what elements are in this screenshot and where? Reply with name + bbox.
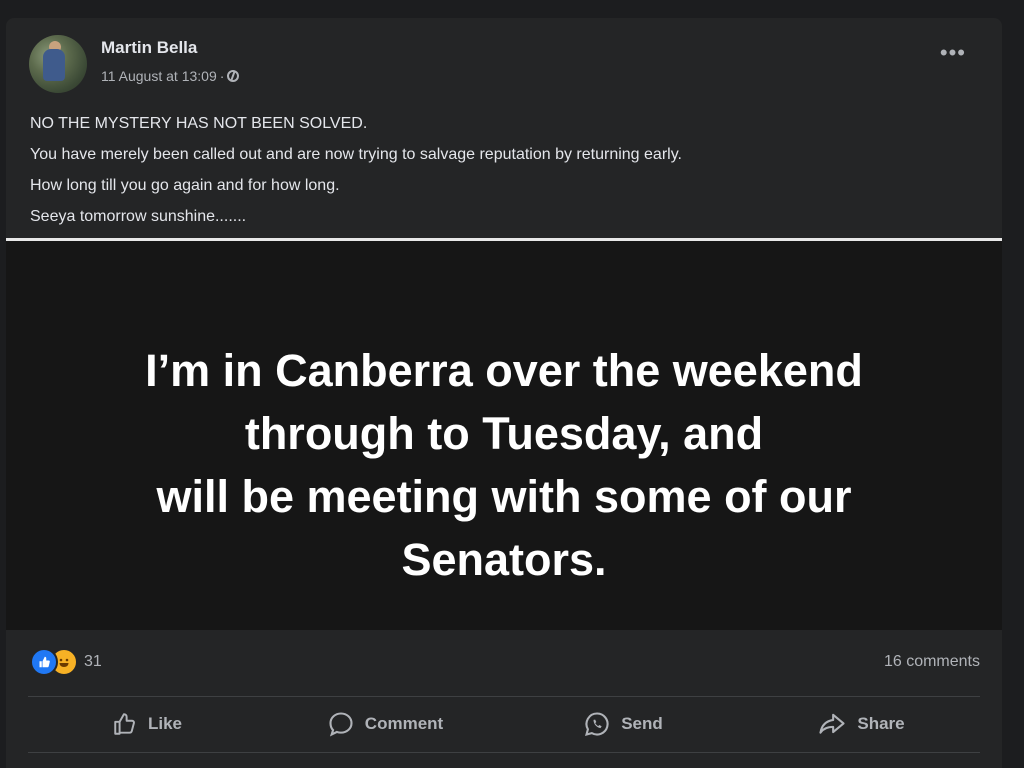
image-quote-line: I’m in Canberra over the weekend [145, 345, 863, 396]
post-header: Martin Bella 11 August at 13:09 · ••• [6, 18, 1002, 93]
divider [28, 696, 980, 697]
action-bar: Like Comment Send Share [28, 702, 980, 746]
facebook-post: Martin Bella 11 August at 13:09 · ••• NO… [6, 18, 1002, 768]
share-label: Share [857, 714, 905, 733]
like-label: Like [147, 714, 183, 733]
comment-button[interactable]: Comment [266, 702, 504, 746]
more-icon[interactable]: ••• [940, 42, 966, 64]
whatsapp-send-icon [585, 712, 609, 736]
send-button[interactable]: Send [504, 702, 742, 746]
caption-line: How long till you go again and for how l… [30, 177, 340, 194]
avatar-figure [43, 49, 65, 81]
meta-separator: · [219, 68, 225, 84]
post-caption: NO THE MYSTERY HAS NOT BEEN SOLVED. You … [30, 108, 980, 232]
comment-bubble-icon [329, 712, 353, 737]
author-name[interactable]: Martin Bella [101, 38, 197, 58]
avatar[interactable] [29, 35, 87, 93]
share-button[interactable]: Share [742, 702, 980, 746]
post-image[interactable]: I’m in Canberra over the weekend through… [6, 238, 1002, 630]
post-stats: 31 16 comments [6, 644, 1002, 684]
like-button[interactable]: Like [28, 702, 266, 746]
divider [28, 752, 980, 753]
image-quote-line: Senators. [401, 534, 607, 585]
caption-line: You have merely been called out and are … [30, 146, 682, 163]
like-reaction-icon [30, 648, 58, 676]
image-quote-line: through to Tuesday, and [244, 408, 764, 459]
caption-line: Seeya tomorrow sunshine....... [30, 208, 247, 225]
comments-count[interactable]: 16 comments [884, 653, 980, 671]
share-arrow-icon [819, 713, 845, 734]
send-label: Send [621, 714, 663, 733]
image-quote: I’m in Canberra over the weekend through… [6, 339, 1002, 591]
globe-icon [227, 70, 240, 82]
post-meta: 11 August at 13:09 · [101, 68, 240, 84]
reaction-count: 31 [84, 653, 102, 670]
thumbs-up-icon [114, 713, 135, 735]
post-date[interactable]: 11 August at 13:09 [101, 68, 217, 84]
reactions-summary[interactable]: 31 [30, 648, 102, 676]
image-quote-line: will be meeting with some of our [156, 471, 852, 522]
comment-label: Comment [364, 714, 444, 733]
caption-line: NO THE MYSTERY HAS NOT BEEN SOLVED. [30, 115, 368, 132]
